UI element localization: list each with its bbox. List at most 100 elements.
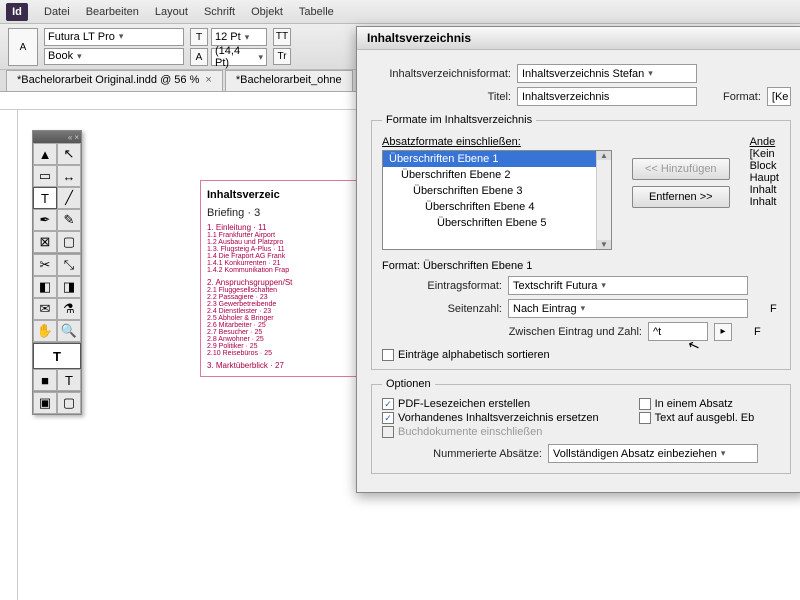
doc-tab-label: *Bachelorarbeit_ohne <box>236 74 342 86</box>
include-formats-list[interactable]: Überschriften Ebene 1 Überschriften Eben… <box>382 150 612 250</box>
hidden-layers-label: Text auf ausgebl. Eb <box>655 412 755 424</box>
preview-line: 2.7 Besucher · 25 <box>207 329 373 336</box>
close-icon[interactable]: × <box>205 74 211 86</box>
type-tool[interactable]: T <box>33 187 57 209</box>
free-transform-tool[interactable]: ⤡ <box>57 254 81 276</box>
pagenum-select[interactable]: Nach Eintrag <box>508 299 748 318</box>
menu-datei[interactable]: Datei <box>36 6 78 18</box>
hand-tool[interactable]: ✋ <box>33 320 57 342</box>
pen-tool[interactable]: ✒ <box>33 209 57 231</box>
format-heading-label: Format: Überschriften Ebene 1 <box>382 260 780 272</box>
preview-line: 2.5 Abholer & Bringer <box>207 315 373 322</box>
scissors-tool[interactable]: ✂ <box>33 254 57 276</box>
entryformat-label: Eintragsformat: <box>382 280 502 292</box>
between-label: Zwischen Eintrag und Zahl: <box>382 326 642 338</box>
hidden-layers-checkbox[interactable] <box>639 412 651 424</box>
list-item[interactable]: Überschriften Ebene 1 <box>383 151 611 167</box>
doc-tab-1[interactable]: *Bachelorarbeit_ohne <box>225 70 353 91</box>
close-icon[interactable]: × <box>74 133 79 142</box>
view-preview-icon[interactable]: ▢ <box>57 392 81 414</box>
apply-type-icon[interactable]: T <box>57 369 81 391</box>
allcaps-icon[interactable]: TT <box>273 28 291 46</box>
toc-titleformat-select[interactable]: [Ke <box>767 87 791 106</box>
remove-button[interactable]: Entfernen >> <box>632 186 730 208</box>
direct-selection-tool[interactable]: ↖ <box>57 143 81 165</box>
pdf-bookmarks-label: PDF-Lesezeichen erstellen <box>398 398 530 410</box>
pdf-bookmarks-checkbox[interactable]: ✓ <box>382 398 394 410</box>
char-format-icon[interactable]: A <box>8 28 38 66</box>
between-input[interactable]: ^t <box>648 322 708 341</box>
font-size-select[interactable]: 12 Pt <box>211 28 267 46</box>
list-item[interactable]: Überschriften Ebene 3 <box>383 183 611 199</box>
menu-bearbeiten[interactable]: Bearbeiten <box>78 6 147 18</box>
special-char-button[interactable]: ▸ <box>714 323 732 341</box>
numbered-para-label: Nummerierte Absätze: <box>382 448 542 460</box>
menu-layout[interactable]: Layout <box>147 6 196 18</box>
alpha-sort-label: Einträge alphabetisch sortieren <box>398 349 550 361</box>
pagenum-label: Seitenzahl: <box>382 303 502 315</box>
alpha-sort-checkbox[interactable] <box>382 349 394 361</box>
menu-tabelle[interactable]: Tabelle <box>291 6 342 18</box>
book-docs-checkbox <box>382 426 394 438</box>
font-weight-select[interactable]: Book <box>44 48 184 66</box>
preview-line: 2.4 Dienstleister · 23 <box>207 308 373 315</box>
toc-format-select[interactable]: Inhaltsverzeichnis Stefan <box>517 64 697 83</box>
zoom-tool[interactable]: 🔍 <box>57 320 81 342</box>
list-item[interactable]: Überschriften Ebene 4 <box>383 199 611 215</box>
preview-line: 1.4.1 Konkurrenten · 21 <box>207 260 373 267</box>
rectangle-frame-tool[interactable]: ⊠ <box>33 231 57 253</box>
page-tool[interactable]: ▭ <box>33 165 57 187</box>
formats-legend: Formate im Inhaltsverzeichnis <box>382 114 536 126</box>
preview-sec-1: 1. Einleitung · 11 <box>207 223 373 232</box>
eyedropper-tool[interactable]: ⚗ <box>57 298 81 320</box>
other-item: Block <box>750 160 779 172</box>
doc-tab-0[interactable]: *Bachelorarbeit Original.indd @ 56 %× <box>6 70 223 91</box>
preview-sec-2: 2. Anspruchsgruppen/St <box>207 278 373 287</box>
preview-brief-page: 3 <box>254 207 260 219</box>
other-item: Inhalt <box>750 196 779 208</box>
options-legend: Optionen <box>382 378 435 390</box>
titlecase-icon[interactable]: Tr <box>273 48 291 66</box>
preview-title: Inhaltsverzeic <box>207 189 373 201</box>
preview-line: 1.1 Frankfurter Airport <box>207 232 373 239</box>
gradient-swatch-tool[interactable]: ◧ <box>33 276 57 298</box>
replace-toc-label: Vorhandenes Inhaltsverzeichnis ersetzen <box>398 412 599 424</box>
collapse-icon[interactable]: « <box>68 133 72 142</box>
book-docs-label: Buchdokumente einschließen <box>398 426 542 438</box>
note-tool[interactable]: ✉ <box>33 298 57 320</box>
scrollbar[interactable] <box>596 151 611 249</box>
single-paragraph-checkbox[interactable] <box>639 398 651 410</box>
font-family-select[interactable]: Futura LT Pro <box>44 28 184 46</box>
fill-stroke-proxy[interactable]: T <box>33 343 81 369</box>
list-item[interactable]: Überschriften Ebene 5 <box>383 215 611 231</box>
preview-line: 1.4.2 Kommunikation Frap <box>207 267 373 274</box>
selection-tool[interactable]: ▲ <box>33 143 57 165</box>
document-page-preview: Inhaltsverzeic Briefing · 3 1. Einleitun… <box>200 180 380 377</box>
font-size-icon: T <box>190 28 208 46</box>
add-button[interactable]: << Hinzufügen <box>632 158 730 180</box>
single-paragraph-label: In einem Absatz <box>655 398 733 410</box>
gradient-feather-tool[interactable]: ◨ <box>57 276 81 298</box>
toc-format-label: Inhaltsverzeichnisformat: <box>371 68 511 80</box>
menu-schrift[interactable]: Schrift <box>196 6 243 18</box>
preview-line: 1.4 Die Fraport AG Frank <box>207 253 373 260</box>
line-tool[interactable]: ╱ <box>57 187 81 209</box>
preview-line: 2.9 Politiker · 25 <box>207 343 373 350</box>
leading-select[interactable]: (14,4 Pt) <box>211 48 267 66</box>
menu-objekt[interactable]: Objekt <box>243 6 291 18</box>
view-normal-icon[interactable]: ▣ <box>33 392 57 414</box>
pencil-tool[interactable]: ✎ <box>57 209 81 231</box>
replace-toc-checkbox[interactable]: ✓ <box>382 412 394 424</box>
numbered-para-select[interactable]: Vollständigen Absatz einbeziehen <box>548 444 758 463</box>
list-item[interactable]: Überschriften Ebene 2 <box>383 167 611 183</box>
apply-color-icon[interactable]: ■ <box>33 369 57 391</box>
formats-group: Formate im Inhaltsverzeichnis Absatzform… <box>371 114 791 370</box>
preview-line: 2.10 Reisebüros · 25 <box>207 350 373 357</box>
dialog-title: Inhaltsverzeichnis <box>357 27 800 50</box>
tools-panel: «× ▲ ↖ ▭ ↔ T ╱ ✒ ✎ ⊠ ▢ ✂ ⤡ ◧ ◨ ✉ ⚗ ✋ 🔍 T… <box>32 130 82 415</box>
rectangle-tool[interactable]: ▢ <box>57 231 81 253</box>
entryformat-select[interactable]: Textschrift Futura <box>508 276 748 295</box>
toc-title-input[interactable]: Inhaltsverzeichnis <box>517 87 697 106</box>
gap-tool[interactable]: ↔ <box>57 165 81 187</box>
preview-line: 2.3 Gewerbetreibende <box>207 301 373 308</box>
